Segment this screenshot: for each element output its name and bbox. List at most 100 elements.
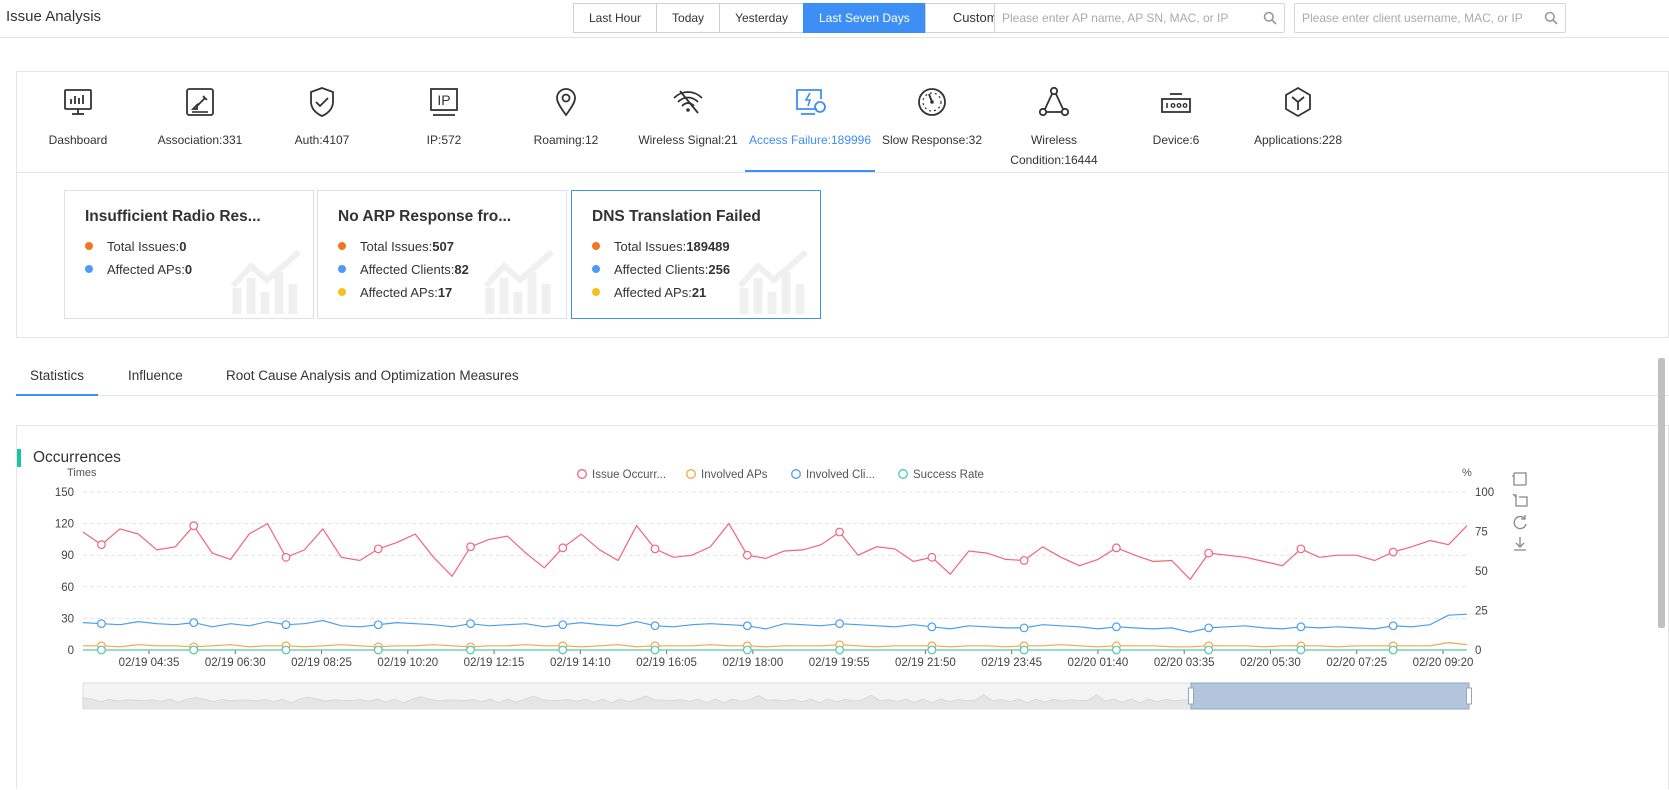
x-tick-label: 02/19 08:25 bbox=[291, 657, 352, 669]
category-label: Access Failure:189996 bbox=[748, 133, 872, 147]
issue-card-selected[interactable]: DNS Translation Failed Total Issues:1894… bbox=[571, 190, 821, 319]
zoom-reset-icon[interactable] bbox=[1512, 493, 1528, 507]
category-slow-response[interactable]: Slow Response:32 bbox=[867, 72, 997, 172]
category-wireless-signal[interactable]: Wireless Signal:21 bbox=[623, 72, 753, 172]
category-association[interactable]: Association:331 bbox=[135, 72, 265, 172]
y-tick-label-left: 60 bbox=[61, 582, 74, 594]
category-dashboard[interactable]: Dashboard bbox=[13, 72, 143, 172]
y-tick-label-right: 0 bbox=[1475, 645, 1481, 657]
category-label: Association:331 bbox=[157, 133, 243, 147]
x-tick-label: 02/20 03:35 bbox=[1154, 657, 1215, 669]
metric-label: Affected APs: bbox=[107, 262, 185, 277]
series-point bbox=[373, 645, 383, 655]
blue-dot bbox=[592, 265, 600, 273]
series-point bbox=[97, 619, 106, 629]
series-point bbox=[281, 645, 291, 655]
series-point bbox=[281, 552, 291, 562]
range-yesterday-button[interactable]: Yesterday bbox=[719, 3, 804, 33]
category-roaming[interactable]: Roaming:12 bbox=[501, 72, 631, 172]
device-icon bbox=[1161, 93, 1191, 113]
y-tick-label-right: 25 bbox=[1475, 606, 1488, 618]
metric-value: 507 bbox=[432, 239, 454, 254]
search-icon[interactable] bbox=[1544, 11, 1558, 25]
series-point bbox=[1019, 623, 1029, 633]
series-point bbox=[1388, 547, 1398, 557]
search-icon[interactable] bbox=[1263, 11, 1277, 25]
datazoom-window[interactable] bbox=[1190, 682, 1470, 710]
series-point bbox=[466, 542, 475, 552]
network-topology-icon bbox=[1038, 86, 1070, 117]
affected-aps-metric: Affected APs:17 bbox=[338, 285, 452, 300]
page-scrollbar[interactable] bbox=[1658, 358, 1665, 628]
metric-label: Total Issues: bbox=[614, 239, 687, 254]
x-tick-label: 02/19 23:45 bbox=[981, 657, 1042, 669]
analysis-tabs: Statistics Influence Root Cause Analysis… bbox=[16, 358, 1669, 396]
metric-label: Affected APs: bbox=[614, 285, 692, 300]
download-icon[interactable] bbox=[1514, 537, 1526, 551]
tab-root-cause[interactable]: Root Cause Analysis and Optimization Mea… bbox=[226, 358, 519, 396]
occurrences-chart: Times % 0 30 60 90 120 150 0 25 50 75 100 02/19 04:35… bbox=[55, 467, 1528, 710]
location-pin-icon bbox=[556, 88, 576, 117]
series-point bbox=[650, 544, 660, 554]
category-label: Wireless Condition:16444 bbox=[1010, 133, 1098, 167]
zoom-icon[interactable] bbox=[1512, 472, 1527, 486]
legend-label: Involved Cli... bbox=[806, 469, 875, 481]
time-range-selector: Last Hour Today Yesterday Last Seven Day… bbox=[573, 3, 1026, 33]
series-point bbox=[466, 645, 475, 655]
y-tick-label-left: 120 bbox=[55, 519, 74, 531]
datazoom-handle[interactable] bbox=[1188, 687, 1194, 705]
x-tick-label: 02/20 09:20 bbox=[1413, 657, 1474, 669]
y-tick-label-right: 75 bbox=[1475, 527, 1488, 539]
series-point bbox=[97, 540, 106, 550]
category-wireless-condition[interactable]: Wireless Condition:16444 bbox=[989, 72, 1119, 172]
issue-card[interactable]: No ARP Response fro... Total Issues:507 … bbox=[317, 190, 567, 319]
series-point bbox=[97, 645, 106, 655]
tab-influence[interactable]: Influence bbox=[128, 358, 183, 396]
occurrences-panel: Occurrences Times% 0 30 60 90 120 150 0 25 50 75 10… bbox=[16, 425, 1669, 789]
category-access-failure[interactable]: Access Failure:189996 bbox=[745, 72, 875, 172]
cube-icon bbox=[1285, 86, 1311, 118]
x-tick-label: 02/20 05:30 bbox=[1240, 657, 1301, 669]
total-issues-metric: Total Issues:507 bbox=[338, 239, 454, 254]
y-tick-label-right: 100 bbox=[1475, 487, 1494, 499]
yellow-dot bbox=[338, 288, 346, 296]
chart-watermark-icon bbox=[230, 249, 301, 314]
metric-value: 0 bbox=[184, 262, 193, 277]
series-point bbox=[1296, 622, 1306, 632]
series-point bbox=[1111, 622, 1121, 632]
series-point bbox=[927, 645, 937, 655]
range-today-button[interactable]: Today bbox=[656, 3, 721, 33]
issue-card-title: Insufficient Radio Res... bbox=[85, 208, 261, 225]
x-tick-label: 02/19 10:20 bbox=[377, 657, 438, 669]
chart-watermark-icon bbox=[483, 249, 554, 314]
range-last-hour-button[interactable]: Last Hour bbox=[573, 3, 658, 33]
category-device[interactable]: Device:6 bbox=[1111, 72, 1241, 172]
category-auth[interactable]: Auth:4107 bbox=[257, 72, 387, 172]
issue-card-title: No ARP Response fro... bbox=[338, 208, 512, 225]
tab-statistics[interactable]: Statistics bbox=[16, 358, 98, 396]
orange-dot bbox=[338, 242, 346, 250]
series-point bbox=[1204, 645, 1214, 655]
metric-label: Total Issues: bbox=[360, 239, 433, 254]
series-point bbox=[742, 550, 752, 560]
refresh-icon[interactable] bbox=[1513, 515, 1527, 530]
datazoom-handle[interactable] bbox=[1466, 687, 1472, 705]
category-ip[interactable]: IP IP:572 bbox=[379, 72, 509, 172]
y-tick-label-left: 0 bbox=[68, 645, 74, 657]
x-tick-label: 02/19 21:50 bbox=[895, 657, 956, 669]
issue-card[interactable]: Insufficient Radio Res... Total Issues:0… bbox=[64, 190, 314, 319]
y-tick-label-left: 90 bbox=[61, 550, 74, 562]
orange-dot bbox=[592, 242, 600, 250]
y-tick-label-left: 150 bbox=[55, 487, 74, 499]
category-applications[interactable]: Applications:228 bbox=[1233, 72, 1363, 172]
affected-clients-metric: Affected Clients:82 bbox=[338, 262, 469, 277]
client-search-input[interactable] bbox=[1295, 4, 1565, 32]
series-point bbox=[1204, 623, 1214, 633]
category-label: Device:6 bbox=[1152, 133, 1200, 147]
range-last-seven-days-button[interactable]: Last Seven Days bbox=[803, 3, 926, 33]
ap-search-input[interactable] bbox=[995, 4, 1284, 32]
series-point bbox=[835, 619, 844, 629]
series-point bbox=[189, 645, 199, 655]
x-tick-label: 02/20 01:40 bbox=[1068, 657, 1129, 669]
y-tick-label-right: 50 bbox=[1475, 566, 1488, 578]
